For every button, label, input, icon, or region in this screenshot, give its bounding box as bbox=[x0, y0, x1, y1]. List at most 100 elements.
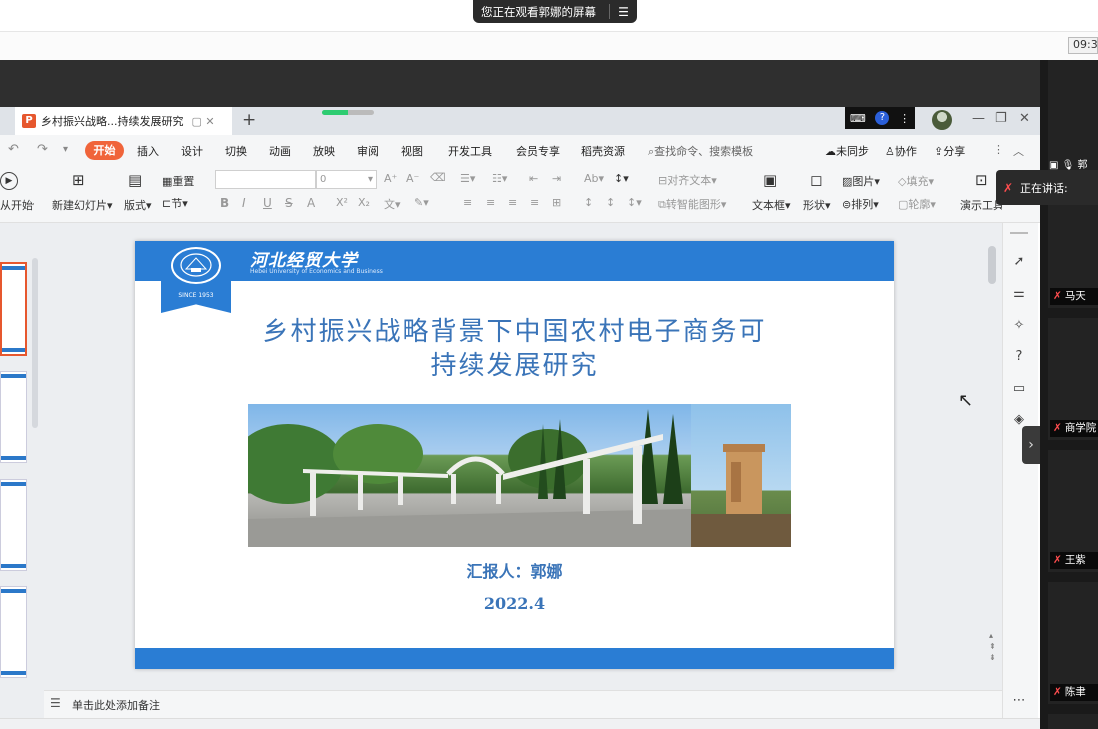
collapse-ribbon-icon[interactable]: ︿ bbox=[1013, 143, 1024, 159]
column-spacing-icon[interactable]: ↕ bbox=[606, 196, 615, 209]
tab-developer[interactable]: 开发工具 bbox=[448, 143, 492, 159]
list-icon[interactable]: ☰ bbox=[610, 5, 637, 19]
sync-button[interactable]: ☁未同步 bbox=[825, 143, 869, 159]
align-center-icon[interactable]: ≡ bbox=[486, 196, 495, 209]
shape-button[interactable]: 形状▾ bbox=[803, 197, 831, 213]
maximize-button[interactable]: ❐ bbox=[995, 111, 1007, 126]
tab-design[interactable]: 设计 bbox=[181, 143, 203, 159]
keyboard-icon[interactable]: ⌨ bbox=[850, 112, 866, 125]
undo-icon[interactable]: ↶ bbox=[8, 142, 19, 157]
justify-icon[interactable]: ≡ bbox=[530, 196, 539, 209]
canvas-scrollbar[interactable] bbox=[986, 223, 1000, 690]
slide-thumbnail[interactable] bbox=[0, 262, 27, 356]
tab-transitions[interactable]: 切换 bbox=[225, 143, 247, 159]
highlight-icon[interactable]: ✎▾ bbox=[414, 196, 429, 209]
phonetic-icon[interactable]: 文▾ bbox=[384, 196, 401, 212]
chevron-down-icon[interactable]: ⋮ bbox=[899, 112, 910, 125]
superscript-button[interactable]: X² bbox=[336, 196, 348, 209]
tab-slideshow[interactable]: 放映 bbox=[313, 143, 335, 159]
fill-button[interactable]: ◇填充▾ bbox=[898, 173, 934, 189]
avatar[interactable] bbox=[932, 110, 952, 130]
underline-button[interactable]: U bbox=[263, 196, 272, 210]
increase-indent-icon[interactable]: ⇥ bbox=[552, 172, 561, 185]
strikethrough-button[interactable]: S bbox=[285, 196, 293, 210]
tab-membership[interactable]: 会员专享 bbox=[516, 143, 560, 159]
drag-handle[interactable] bbox=[1010, 232, 1028, 234]
rocket-icon[interactable]: ➚ bbox=[1011, 254, 1027, 270]
font-size-select[interactable]: 0 ▾ bbox=[316, 170, 377, 189]
tab-animations[interactable]: 动画 bbox=[269, 143, 291, 159]
more-icon[interactable]: ⋮ bbox=[993, 143, 1004, 156]
slide-thumbnail[interactable] bbox=[0, 586, 27, 678]
decrease-indent-icon[interactable]: ⇤ bbox=[529, 172, 538, 185]
to-smartart-button[interactable]: ⧉转智能图形▾ bbox=[658, 196, 726, 212]
participant-tile[interactable] bbox=[1048, 714, 1098, 729]
collaborate-button[interactable]: ♙协作 bbox=[885, 143, 917, 159]
font-name-select[interactable] bbox=[215, 170, 316, 189]
italic-button[interactable]: I bbox=[242, 196, 246, 210]
decrease-font-icon[interactable]: A⁻ bbox=[406, 172, 419, 185]
thumbnail-scrollbar[interactable] bbox=[32, 258, 38, 428]
help-icon[interactable]: ? bbox=[875, 111, 890, 125]
chevron-right-icon[interactable]: › bbox=[1022, 426, 1040, 464]
minimize-button[interactable]: — bbox=[972, 111, 985, 126]
font-color-button[interactable]: A bbox=[307, 196, 315, 210]
tab-view[interactable]: 视图 bbox=[401, 143, 423, 159]
slide-title[interactable]: 乡村振兴战略背景下中国农村电子商务可 持续发展研究 bbox=[140, 315, 889, 383]
play-from-start-button[interactable]: 从开始▾ bbox=[0, 197, 34, 213]
line-spacing-icon[interactable]: ↕▾ bbox=[614, 172, 629, 185]
pin-icon[interactable]: ✧ bbox=[1011, 318, 1027, 334]
command-search[interactable]: ⌕查找命令、搜索模板 bbox=[648, 143, 753, 159]
layout-button[interactable]: 版式▾ bbox=[124, 197, 152, 213]
tab-insert[interactable]: 插入 bbox=[137, 143, 159, 159]
numbered-list-icon[interactable]: ☷▾ bbox=[492, 172, 507, 185]
tab-close-icon[interactable]: ▢ ✕ bbox=[192, 115, 215, 128]
ime-toolbar[interactable]: ⌨ ? ⋮ bbox=[845, 107, 915, 129]
spacing-menu-icon[interactable]: ↕▾ bbox=[627, 196, 642, 209]
document-tab[interactable]: P 乡村振兴战略...持续发展研究 ▢ ✕ bbox=[15, 107, 232, 135]
layout-icon[interactable]: ▤ bbox=[128, 171, 142, 189]
comment-icon[interactable]: ▭ bbox=[1011, 381, 1027, 397]
paragraph-spacing-icon[interactable]: ↕ bbox=[584, 196, 593, 209]
canvas-scroll-thumb[interactable] bbox=[988, 246, 996, 284]
increase-font-icon[interactable]: A⁺ bbox=[384, 172, 397, 185]
redo-icon[interactable]: ↷ bbox=[37, 142, 48, 157]
eraser-icon[interactable]: ⌫ bbox=[430, 171, 446, 184]
presentation-tools-icon[interactable]: ⊡ bbox=[975, 171, 988, 189]
section-button[interactable]: ⊏节▾ bbox=[162, 195, 188, 211]
distribute-icon[interactable]: ⊞ bbox=[552, 196, 561, 209]
screen-share-banner[interactable]: 您正在观看郭娜的屏幕 ☰ bbox=[473, 0, 637, 23]
reset-button[interactable]: ▦重置 bbox=[162, 173, 194, 189]
slide-thumbnail[interactable] bbox=[0, 479, 27, 571]
campus-photo bbox=[248, 404, 691, 547]
help-icon[interactable]: ? bbox=[1011, 349, 1027, 365]
sliders-icon[interactable]: ⚌ bbox=[1011, 286, 1027, 302]
align-right-icon[interactable]: ≡ bbox=[508, 196, 517, 209]
subscript-button[interactable]: X₂ bbox=[358, 196, 370, 209]
close-button[interactable]: ✕ bbox=[1019, 111, 1030, 126]
chevron-down-icon[interactable]: ▾ bbox=[63, 144, 68, 155]
arrange-button[interactable]: ⊜排列▾ bbox=[842, 196, 879, 212]
play-icon[interactable]: ▶ bbox=[0, 172, 18, 190]
tab-review[interactable]: 审阅 bbox=[357, 143, 379, 159]
textbox-icon[interactable]: ▣ bbox=[763, 171, 777, 189]
more-icon[interactable]: ⋯ bbox=[1011, 693, 1027, 709]
tab-docer[interactable]: 稻壳资源 bbox=[581, 143, 625, 159]
outline-button[interactable]: ▢轮廓▾ bbox=[898, 196, 936, 212]
new-slide-button[interactable]: 新建幻灯片▾ bbox=[52, 197, 113, 213]
new-tab-button[interactable]: + bbox=[242, 110, 256, 130]
tab-home[interactable]: 开始 bbox=[85, 141, 124, 160]
notes-placeholder[interactable]: 单击此处添加备注 bbox=[72, 697, 160, 713]
shape-icon[interactable]: ◻ bbox=[810, 171, 822, 189]
share-button[interactable]: ⇪分享 bbox=[934, 143, 965, 159]
scroll-arrows-icon[interactable]: ▴ ⇞ ⇟ bbox=[989, 630, 996, 663]
new-slide-icon[interactable]: ⊞ bbox=[72, 171, 85, 189]
slide-thumbnail[interactable] bbox=[0, 371, 27, 463]
bullet-list-icon[interactable]: ☰▾ bbox=[460, 172, 475, 185]
text-direction-icon[interactable]: Ab▾ bbox=[584, 172, 604, 185]
align-text-button[interactable]: ⊟对齐文本▾ bbox=[658, 172, 717, 188]
picture-button[interactable]: ▨图片▾ bbox=[842, 173, 880, 189]
bold-button[interactable]: B bbox=[220, 196, 229, 210]
textbox-button[interactable]: 文本框▾ bbox=[752, 197, 791, 213]
align-left-icon[interactable]: ≡ bbox=[463, 196, 472, 209]
